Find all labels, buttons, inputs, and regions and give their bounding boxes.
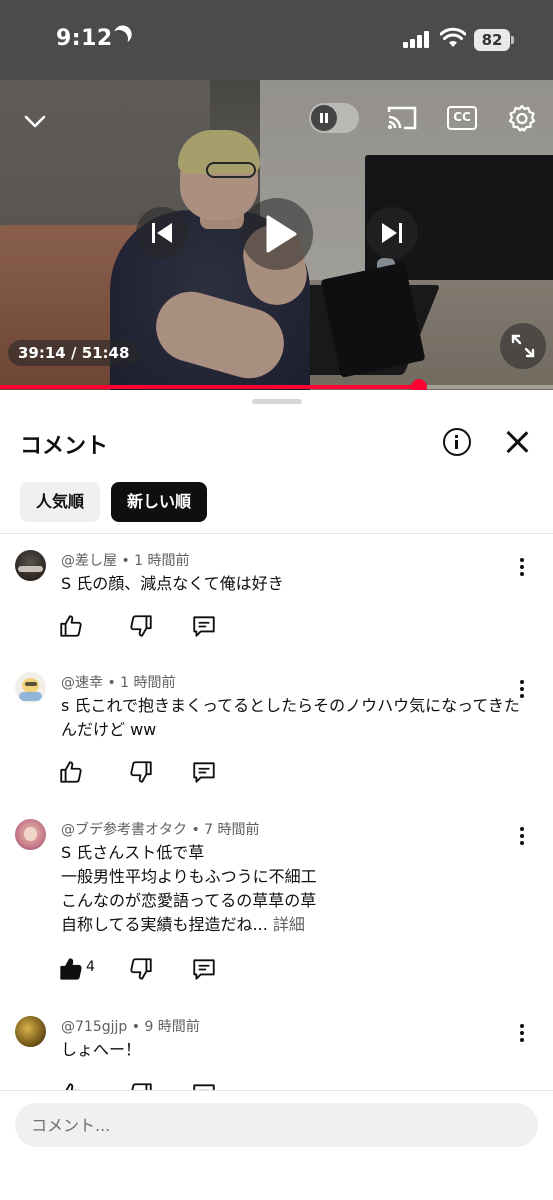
status-time: 9:12 bbox=[56, 26, 113, 51]
comment-meta: @ブデ参考書オタク • 7 時間前 bbox=[61, 819, 260, 839]
thumbs-down-icon[interactable] bbox=[128, 758, 154, 786]
fullscreen-button[interactable] bbox=[500, 323, 546, 369]
info-icon[interactable] bbox=[443, 428, 471, 456]
comment-text-block: S 氏さんスト低で草 一般男性平均よりもふつうに不細工 こんなのが恋愛語ってるの… bbox=[61, 841, 526, 937]
thumbs-up-icon[interactable] bbox=[58, 955, 84, 983]
comment-time: 1 時間前 bbox=[134, 553, 190, 569]
avatar-photo-icon[interactable] bbox=[15, 819, 46, 850]
panel-title: コメント bbox=[20, 434, 109, 459]
comment-text: S 氏の顔、減点なくて俺は好き bbox=[61, 574, 284, 593]
wifi-icon bbox=[440, 27, 466, 47]
progress-fill bbox=[0, 385, 419, 389]
sort-chip-newest[interactable]: 新しい順 bbox=[111, 482, 208, 522]
play-icon bbox=[266, 215, 297, 253]
comment-time: 9 時間前 bbox=[144, 1019, 200, 1035]
meta-separator: • bbox=[117, 553, 135, 569]
comment-author[interactable]: @速幸 bbox=[61, 675, 103, 691]
like-count: 4 bbox=[86, 959, 95, 975]
comment-text: しょへー！ bbox=[61, 1040, 142, 1059]
divider bbox=[0, 533, 553, 534]
progress-scrubber[interactable] bbox=[410, 379, 427, 390]
progress-bar[interactable] bbox=[0, 379, 553, 390]
thumbs-down-icon[interactable] bbox=[128, 612, 154, 640]
more-options-icon[interactable] bbox=[518, 1022, 526, 1044]
playback-time: 39:14 / 51:48 bbox=[8, 340, 140, 366]
comment-text: s 氏これで抱きまくってるとしたらそのノウハウ気になってきたんだけど ww bbox=[61, 696, 520, 739]
more-options-icon[interactable] bbox=[518, 825, 526, 847]
comment-time: 1 時間前 bbox=[120, 675, 176, 691]
autoplay-toggle[interactable] bbox=[309, 103, 359, 133]
comment-time: 7 時間前 bbox=[204, 822, 260, 838]
reply-icon[interactable] bbox=[191, 612, 217, 640]
comment-author[interactable]: @ブデ参考書オタク bbox=[61, 822, 187, 838]
previous-button[interactable] bbox=[136, 207, 188, 259]
pause-icon bbox=[311, 105, 337, 131]
cellular-signal-icon bbox=[403, 30, 433, 48]
thumbs-up-icon[interactable] bbox=[58, 758, 84, 786]
comment-input[interactable] bbox=[15, 1103, 538, 1147]
read-more-link[interactable]: 詳細 bbox=[273, 915, 305, 934]
time-total: 51:48 bbox=[81, 344, 130, 362]
meta-separator: • bbox=[187, 822, 205, 838]
comment-meta: @差し屋 • 1 時間前 bbox=[61, 550, 190, 570]
thumbs-down-icon[interactable] bbox=[128, 955, 154, 983]
video-player[interactable]: 9:12 82 CC 39:14 / 51:48 bbox=[0, 0, 553, 390]
comment-input-bar bbox=[0, 1090, 553, 1200]
sort-chip-popular[interactable]: 人気順 bbox=[20, 482, 101, 522]
thumbs-up-icon[interactable] bbox=[58, 612, 84, 640]
gear-icon[interactable] bbox=[508, 104, 536, 132]
chevron-down-icon[interactable] bbox=[22, 108, 48, 134]
meta-separator: • bbox=[127, 1019, 145, 1035]
avatar-character-icon[interactable] bbox=[15, 672, 46, 703]
skip-next-icon bbox=[382, 223, 402, 243]
more-options-icon[interactable] bbox=[518, 678, 526, 700]
drag-handle[interactable] bbox=[252, 399, 302, 404]
comment-meta: @速幸 • 1 時間前 bbox=[61, 672, 176, 692]
cast-icon[interactable] bbox=[386, 104, 418, 132]
closed-captions-button[interactable]: CC bbox=[447, 106, 477, 130]
next-button[interactable] bbox=[366, 207, 418, 259]
comment-author[interactable]: @715gjjp bbox=[61, 1019, 127, 1035]
close-icon[interactable] bbox=[505, 430, 529, 454]
meta-separator: • bbox=[103, 675, 121, 691]
battery-icon: 82 bbox=[474, 29, 510, 51]
comment-author[interactable]: @差し屋 bbox=[61, 553, 117, 569]
avatar-dark-icon[interactable] bbox=[15, 550, 46, 581]
expand-icon bbox=[511, 334, 535, 358]
comment-meta: @715gjjp • 9 時間前 bbox=[61, 1016, 200, 1036]
time-separator: / bbox=[65, 344, 82, 362]
skip-previous-icon bbox=[152, 223, 172, 243]
reply-icon[interactable] bbox=[191, 955, 217, 983]
play-button[interactable] bbox=[241, 198, 313, 270]
more-options-icon[interactable] bbox=[518, 556, 526, 578]
battery-cap bbox=[511, 36, 514, 44]
time-current: 39:14 bbox=[18, 344, 66, 362]
avatar-gold-icon[interactable] bbox=[15, 1016, 46, 1047]
reply-icon[interactable] bbox=[191, 758, 217, 786]
comments-panel: コメント 人気順 新しい順 @差し屋 • 1 時間前 S 氏の顔、減点なくて俺は… bbox=[0, 390, 553, 1200]
